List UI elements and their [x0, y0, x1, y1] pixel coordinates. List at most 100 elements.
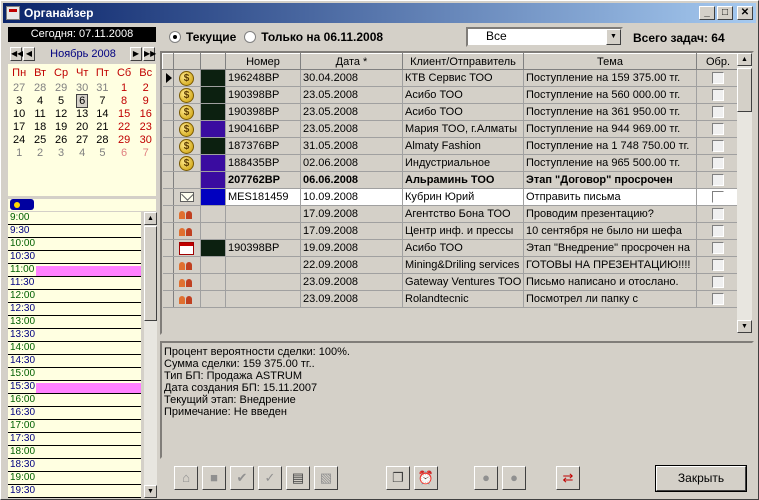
- calendar-day[interactable]: 23: [135, 121, 156, 134]
- document-edit-icon[interactable]: ▧: [314, 466, 338, 490]
- table-row[interactable]: 23.09.2008 Rolandtecnic Посмотрел ли папку…: [162, 290, 740, 308]
- only-date-radio[interactable]: [244, 31, 257, 43]
- processed-checkbox[interactable]: [712, 89, 724, 101]
- type-filter-select[interactable]: Все ▼: [466, 27, 623, 47]
- processed-checkbox[interactable]: [712, 191, 724, 203]
- calendar-day[interactable]: 27: [72, 134, 92, 147]
- time-slot[interactable]: 18:30: [8, 459, 141, 472]
- time-slot[interactable]: 13:00: [8, 316, 141, 329]
- column-header[interactable]: Номер: [225, 53, 301, 70]
- time-slot[interactable]: 19:30: [8, 485, 141, 498]
- calendar-day[interactable]: 7: [135, 147, 156, 160]
- next-year-button[interactable]: ▶▶: [143, 47, 156, 61]
- transfer-arrows-icon[interactable]: ⇄: [556, 466, 580, 490]
- calendar-day[interactable]: 7: [92, 95, 113, 108]
- time-slot[interactable]: 18:00: [8, 446, 141, 459]
- minimize-button[interactable]: _: [699, 6, 715, 20]
- processed-checkbox[interactable]: [712, 72, 724, 84]
- appointment-block[interactable]: [36, 266, 141, 276]
- calendar-day[interactable]: 9: [135, 95, 156, 108]
- close-window-button[interactable]: ✕: [737, 6, 753, 20]
- processed-checkbox[interactable]: [712, 225, 724, 237]
- prev-year-button[interactable]: ◀◀: [10, 47, 23, 61]
- calendar-day[interactable]: 4: [30, 95, 50, 108]
- circle-right-icon[interactable]: ●: [502, 466, 526, 490]
- processed-checkbox[interactable]: [712, 208, 724, 220]
- time-slot[interactable]: 15:30: [8, 381, 141, 394]
- calendar-day[interactable]: 29: [113, 134, 136, 147]
- calendar-day[interactable]: 11: [30, 108, 50, 121]
- time-slot[interactable]: 14:00: [8, 342, 141, 355]
- calendar-day[interactable]: 3: [50, 147, 72, 160]
- table-row[interactable]: 207762ВР 06.06.2008 Альраминь ТОО Этап "Дог…: [162, 171, 740, 189]
- table-row[interactable]: $196248ВР 30.04.2008 КТВ Сервис ТОО Поступл…: [162, 69, 740, 87]
- processed-checkbox[interactable]: [712, 140, 724, 152]
- processed-checkbox[interactable]: [712, 106, 724, 118]
- column-header[interactable]: Клиент/Отправитель: [402, 53, 524, 70]
- calendar-day[interactable]: 12: [50, 108, 72, 121]
- calendar-day[interactable]: 2: [135, 82, 156, 95]
- calendar-day[interactable]: 27: [8, 82, 30, 95]
- calendar-day[interactable]: 13: [72, 108, 92, 121]
- table-row[interactable]: 17.09.2008 Агентство Бона ТОО Проводим пре…: [162, 205, 740, 223]
- prev-month-button[interactable]: ◀: [23, 47, 35, 61]
- only-date-radio-label[interactable]: Только на 06.11.2008: [261, 30, 383, 44]
- time-slot[interactable]: 19:00: [8, 472, 141, 485]
- copy-documents-icon[interactable]: ❐: [386, 466, 410, 490]
- current-radio[interactable]: [169, 31, 181, 43]
- calendar-day[interactable]: 18: [30, 121, 50, 134]
- time-slot[interactable]: 13:30: [8, 329, 141, 342]
- calendar-day[interactable]: 30: [135, 134, 156, 147]
- schedule-scrollbar[interactable]: ▲ ▼: [144, 212, 157, 498]
- time-slot[interactable]: 12:30: [8, 303, 141, 316]
- time-slot[interactable]: 10:00: [8, 238, 141, 251]
- calendar-day[interactable]: 29: [50, 82, 72, 95]
- grid-scroll-up-icon[interactable]: ▲: [737, 53, 752, 66]
- calendar-day[interactable]: 6: [113, 147, 136, 160]
- table-row[interactable]: $188435ВР 02.06.2008 Индустриальное Поступл…: [162, 154, 740, 172]
- time-slot[interactable]: 11:00: [8, 264, 141, 277]
- processed-checkbox[interactable]: [712, 293, 724, 305]
- calendar-day[interactable]: 28: [30, 82, 50, 95]
- processed-checkbox[interactable]: [712, 123, 724, 135]
- calendar-day[interactable]: 20: [72, 121, 92, 134]
- calendar-day[interactable]: 6: [72, 94, 92, 108]
- column-header[interactable]: Дата *: [300, 53, 403, 70]
- calendar-day[interactable]: 22: [113, 121, 136, 134]
- table-row[interactable]: 190398ВР 19.09.2008 Асибо ТОО Этап "Внедрен…: [162, 239, 740, 257]
- calendar-day[interactable]: 3: [8, 95, 30, 108]
- calendar-day[interactable]: 14: [92, 108, 113, 121]
- calendar-day[interactable]: 19: [50, 121, 72, 134]
- calendar-day[interactable]: 31: [92, 82, 113, 95]
- column-header[interactable]: [173, 53, 201, 70]
- calendar-day[interactable]: 1: [8, 147, 30, 160]
- close-button[interactable]: Закрыть: [655, 465, 747, 492]
- table-row[interactable]: 23.09.2008 Gateway Ventures ТОО Письмо нап…: [162, 273, 740, 291]
- grid-scroll-down-icon[interactable]: ▼: [737, 320, 752, 333]
- check-all-icon[interactable]: ✓: [258, 466, 282, 490]
- time-slot[interactable]: 12:00: [8, 290, 141, 303]
- time-slot[interactable]: 16:00: [8, 394, 141, 407]
- time-slot[interactable]: 17:00: [8, 420, 141, 433]
- table-row[interactable]: $190398ВР 23.05.2008 Асибо ТОО Поступление …: [162, 103, 740, 121]
- calendar-day[interactable]: 24: [8, 134, 30, 147]
- processed-checkbox[interactable]: [712, 174, 724, 186]
- next-month-button[interactable]: ▶: [130, 47, 142, 61]
- calendar-day[interactable]: 10: [8, 108, 30, 121]
- scroll-up-icon[interactable]: ▲: [144, 212, 157, 225]
- alarm-clock-icon[interactable]: ⏰: [414, 466, 438, 490]
- maximize-button[interactable]: □: [717, 6, 733, 20]
- table-row[interactable]: 17.09.2008 Центр инф. и прессы 10 сентября…: [162, 222, 740, 240]
- current-radio-label[interactable]: Текущие: [186, 30, 236, 44]
- calendar-day[interactable]: 16: [135, 108, 156, 121]
- calendar-day[interactable]: 5: [92, 147, 113, 160]
- check-icon[interactable]: ✔: [230, 466, 254, 490]
- table-row[interactable]: MES181459 10.09.2008 Кубрин Юрий Отправить …: [162, 188, 740, 206]
- grid-scroll-thumb[interactable]: [737, 68, 752, 112]
- column-header[interactable]: Обр.: [696, 53, 740, 70]
- calendar-day[interactable]: 21: [92, 121, 113, 134]
- calendar-day[interactable]: 15: [113, 108, 136, 121]
- table-row[interactable]: 22.09.2008 Mining&Driling services ГОТОВЫ …: [162, 256, 740, 274]
- processed-checkbox[interactable]: [712, 242, 724, 254]
- column-header[interactable]: Тема: [523, 53, 697, 70]
